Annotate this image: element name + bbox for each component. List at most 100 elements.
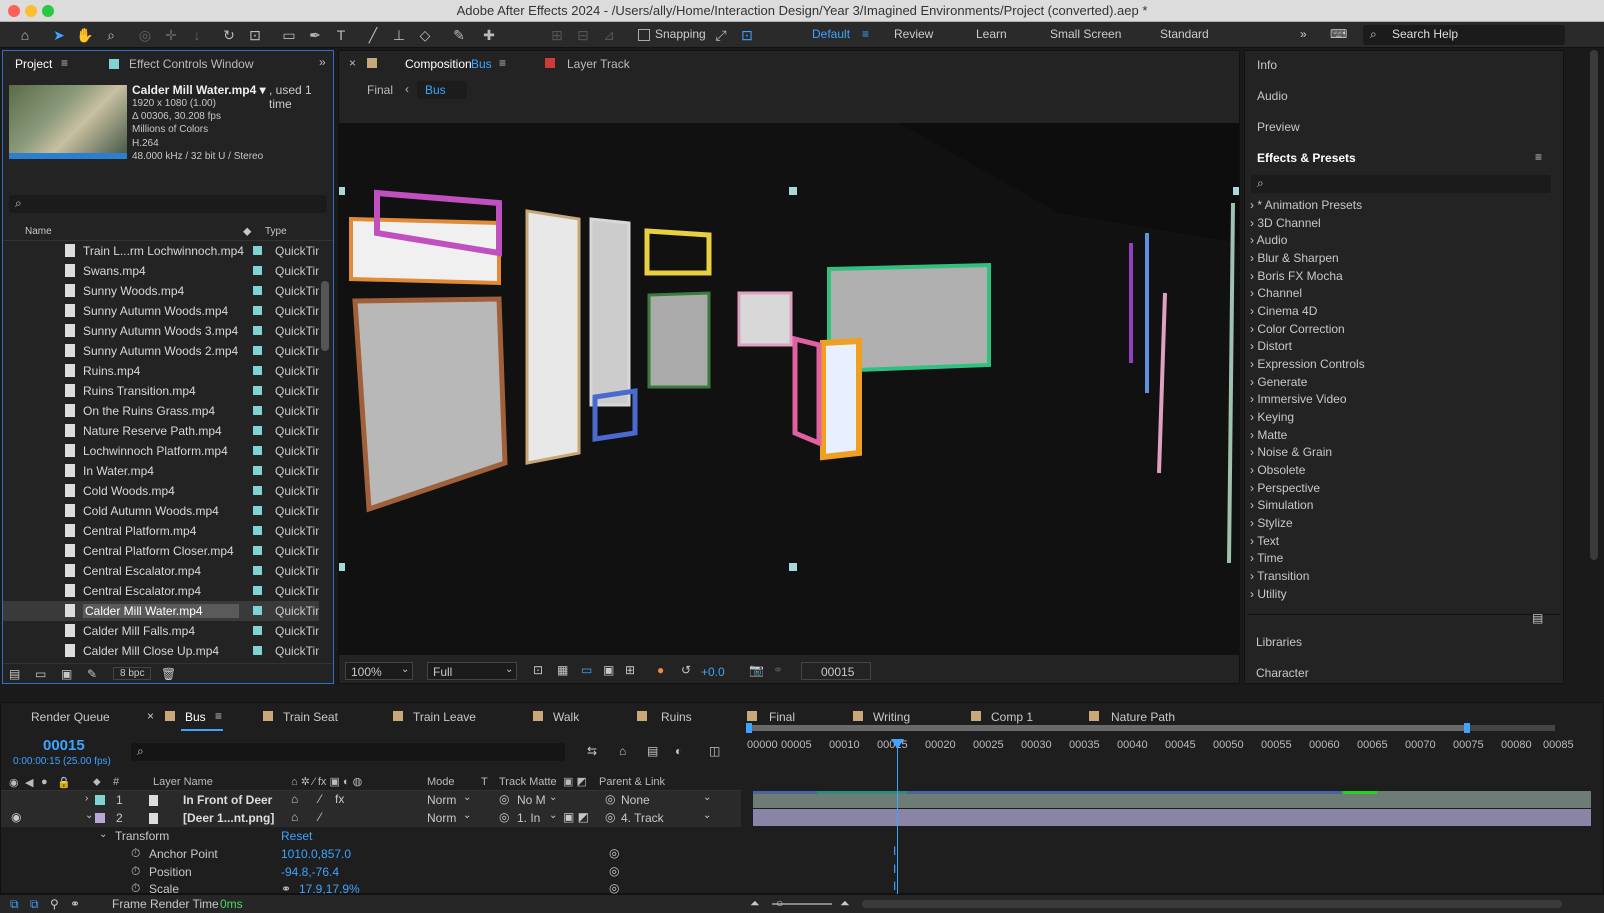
puppet-tool-icon[interactable]: ✚ xyxy=(478,24,500,46)
work-area-range[interactable] xyxy=(749,725,1467,731)
clone-stamp-tool-icon[interactable]: ⊥ xyxy=(388,24,410,46)
workspace-menu-icon[interactable]: ≡ xyxy=(862,27,869,41)
align-icon[interactable]: ⊞ xyxy=(546,24,568,46)
roto-brush-tool-icon[interactable]: ✎ xyxy=(448,24,470,46)
toggle-in-out-icon[interactable]: ⚭ xyxy=(70,897,80,911)
effect-category[interactable]: › Stylize xyxy=(1250,516,1293,530)
quality-switch-icon[interactable]: ⁄ xyxy=(319,792,321,806)
effect-category[interactable]: › Immersive Video xyxy=(1250,392,1347,406)
snapshot-icon[interactable]: 📷 xyxy=(749,663,764,677)
exposure-value[interactable]: +0.0 xyxy=(701,665,725,679)
expand-arrow-icon[interactable]: › xyxy=(85,793,88,804)
track-matte-select[interactable]: 1. In xyxy=(517,811,540,825)
close-tab-icon[interactable]: × xyxy=(349,56,356,70)
distribute-icon[interactable]: ⊟ xyxy=(572,24,594,46)
toggle-render-time-icon[interactable]: ⚲ xyxy=(50,897,59,911)
blend-mode-select[interactable]: Norm xyxy=(427,793,456,807)
audio-panel-tab[interactable]: Audio xyxy=(1257,89,1288,103)
audio-icon[interactable]: ◀ xyxy=(25,776,33,789)
list-item[interactable]: Calder Mill Falls.mp4QuickTim xyxy=(3,621,319,641)
effect-category[interactable]: › Noise & Grain xyxy=(1250,445,1332,459)
list-item[interactable]: Sunny Woods.mp4QuickTim xyxy=(3,281,319,301)
zoom-in-icon[interactable]: ⏶ xyxy=(840,896,850,911)
zoom-tool-icon[interactable]: ⌕ xyxy=(100,24,122,46)
effect-category[interactable]: › Distort xyxy=(1250,339,1292,353)
list-item[interactable]: Swans.mp4QuickTim xyxy=(3,261,319,281)
pan-behind-tool-icon[interactable]: ⊡ xyxy=(244,24,266,46)
rotate-tool-icon[interactable]: ↻ xyxy=(218,24,240,46)
expression-pickwhip-icon[interactable]: ◎ xyxy=(609,846,619,860)
effect-category[interactable]: › Transition xyxy=(1250,569,1309,583)
composition-viewer[interactable] xyxy=(339,123,1239,655)
effect-category[interactable]: › Simulation xyxy=(1250,498,1313,512)
list-item[interactable]: In Water.mp4QuickTim xyxy=(3,461,319,481)
expression-pickwhip-icon[interactable]: ◎ xyxy=(609,881,619,895)
composition-tab-prefix[interactable]: Composition xyxy=(405,57,472,71)
mask-visibility-icon[interactable]: ▭ xyxy=(581,663,592,677)
effect-category[interactable]: › 3D Channel xyxy=(1250,216,1321,230)
list-item[interactable]: Sunny Autumn Woods 3.mp4QuickTim xyxy=(3,321,319,341)
collapse-arrow-icon[interactable]: ⌄ xyxy=(99,829,107,840)
bit-depth-button[interactable]: 8 bpc xyxy=(113,667,152,680)
list-item[interactable]: Train L...rm Lochwinnoch.mp4QuickTim xyxy=(3,241,319,261)
pan-tool-icon[interactable]: ✛ xyxy=(160,24,182,46)
effect-category[interactable]: › Utility xyxy=(1250,587,1287,601)
zoom-window-button[interactable] xyxy=(42,5,54,17)
timeline-tab-menu-icon[interactable]: ≡ xyxy=(215,709,222,723)
bounding-handle[interactable] xyxy=(1233,187,1239,195)
effect-controls-tab[interactable]: Effect Controls Window xyxy=(129,57,254,71)
layer-name-column[interactable]: Layer Name xyxy=(153,776,213,788)
bounding-handle[interactable] xyxy=(789,563,797,571)
layer-track-tab[interactable]: Layer Track xyxy=(567,57,630,71)
collapse-arrow-icon[interactable]: ⌄ xyxy=(85,810,93,821)
timeline-scrollbar[interactable] xyxy=(862,900,1562,908)
graph-editor-icon[interactable]: ◫ xyxy=(709,744,720,758)
timeline-tab-walk[interactable]: Walk xyxy=(553,710,579,724)
label-icon[interactable]: ⬥ xyxy=(93,776,101,789)
effect-category[interactable]: › Expression Controls xyxy=(1250,357,1365,371)
panel-overflow-icon[interactable]: » xyxy=(319,55,326,69)
type-tool-icon[interactable]: T xyxy=(330,24,352,46)
axis-icon[interactable]: ⊿ xyxy=(598,24,620,46)
transform-group[interactable]: Transform xyxy=(115,829,169,843)
fast-previews-icon[interactable]: ⊡ xyxy=(533,663,543,677)
eraser-tool-icon[interactable]: ◇ xyxy=(414,24,436,46)
effect-category[interactable]: › Color Correction xyxy=(1250,322,1345,336)
effects-switch-icon[interactable]: fx xyxy=(335,792,344,806)
libraries-panel-tab[interactable]: Libraries xyxy=(1256,635,1302,649)
zoom-slider-handle[interactable]: ○ xyxy=(776,896,783,910)
list-item[interactable]: Sunny Autumn Woods 2.mp4QuickTim xyxy=(3,341,319,361)
toggle-modes-icon[interactable]: ⧉ xyxy=(30,897,39,912)
grid-guides-icon[interactable]: ⊞ xyxy=(625,663,635,677)
track-matte-select[interactable]: No M xyxy=(517,793,546,807)
list-item[interactable]: Central Escalator.mp4QuickTim xyxy=(3,581,319,601)
project-search-input[interactable]: ⌕ xyxy=(9,195,327,213)
eye-icon[interactable]: ◉ xyxy=(11,810,21,824)
bounding-handle[interactable] xyxy=(339,563,345,571)
timeline-tab-train-leave[interactable]: Train Leave xyxy=(413,710,476,724)
snap-target-icon[interactable]: ⊡ xyxy=(736,24,758,46)
dolly-tool-icon[interactable]: ↓ xyxy=(186,24,208,46)
motion-blur-icon[interactable]: ◐ xyxy=(675,744,682,758)
new-preset-icon[interactable]: ▤ xyxy=(1532,611,1543,625)
time-ruler[interactable]: 00000 00005 00010 00015 00020 00025 0003… xyxy=(747,733,1574,755)
composition-tab-name[interactable]: Bus xyxy=(471,57,492,71)
layer-2-duration-bar[interactable] xyxy=(753,809,1591,826)
timeline-tab-final[interactable]: Final xyxy=(769,710,795,724)
effects-menu-icon[interactable]: ≡ xyxy=(1535,150,1542,164)
work-area-end-handle[interactable] xyxy=(1464,723,1470,733)
timeline-current-time[interactable]: 00015 xyxy=(43,737,85,754)
minimize-window-button[interactable] xyxy=(25,5,37,17)
solo-icon[interactable]: ● xyxy=(41,776,48,788)
project-tab-menu-icon[interactable]: ≡ xyxy=(61,56,68,70)
effect-category[interactable]: › * Animation Presets xyxy=(1250,198,1362,212)
close-window-button[interactable] xyxy=(8,5,20,17)
list-item-selected[interactable]: Calder Mill Water.mp4QuickTim xyxy=(3,601,319,621)
bounding-handle[interactable] xyxy=(339,187,345,195)
property-value[interactable]: -94.8,-76.4 xyxy=(281,865,339,879)
parent-select[interactable]: 4. Track xyxy=(621,811,664,825)
effect-category[interactable]: › Blur & Sharpen xyxy=(1250,251,1339,265)
list-item[interactable]: Ruins.mp4QuickTim xyxy=(3,361,319,381)
more-workspaces-icon[interactable]: » xyxy=(1300,27,1307,41)
workspace-review[interactable]: Review xyxy=(894,27,933,41)
